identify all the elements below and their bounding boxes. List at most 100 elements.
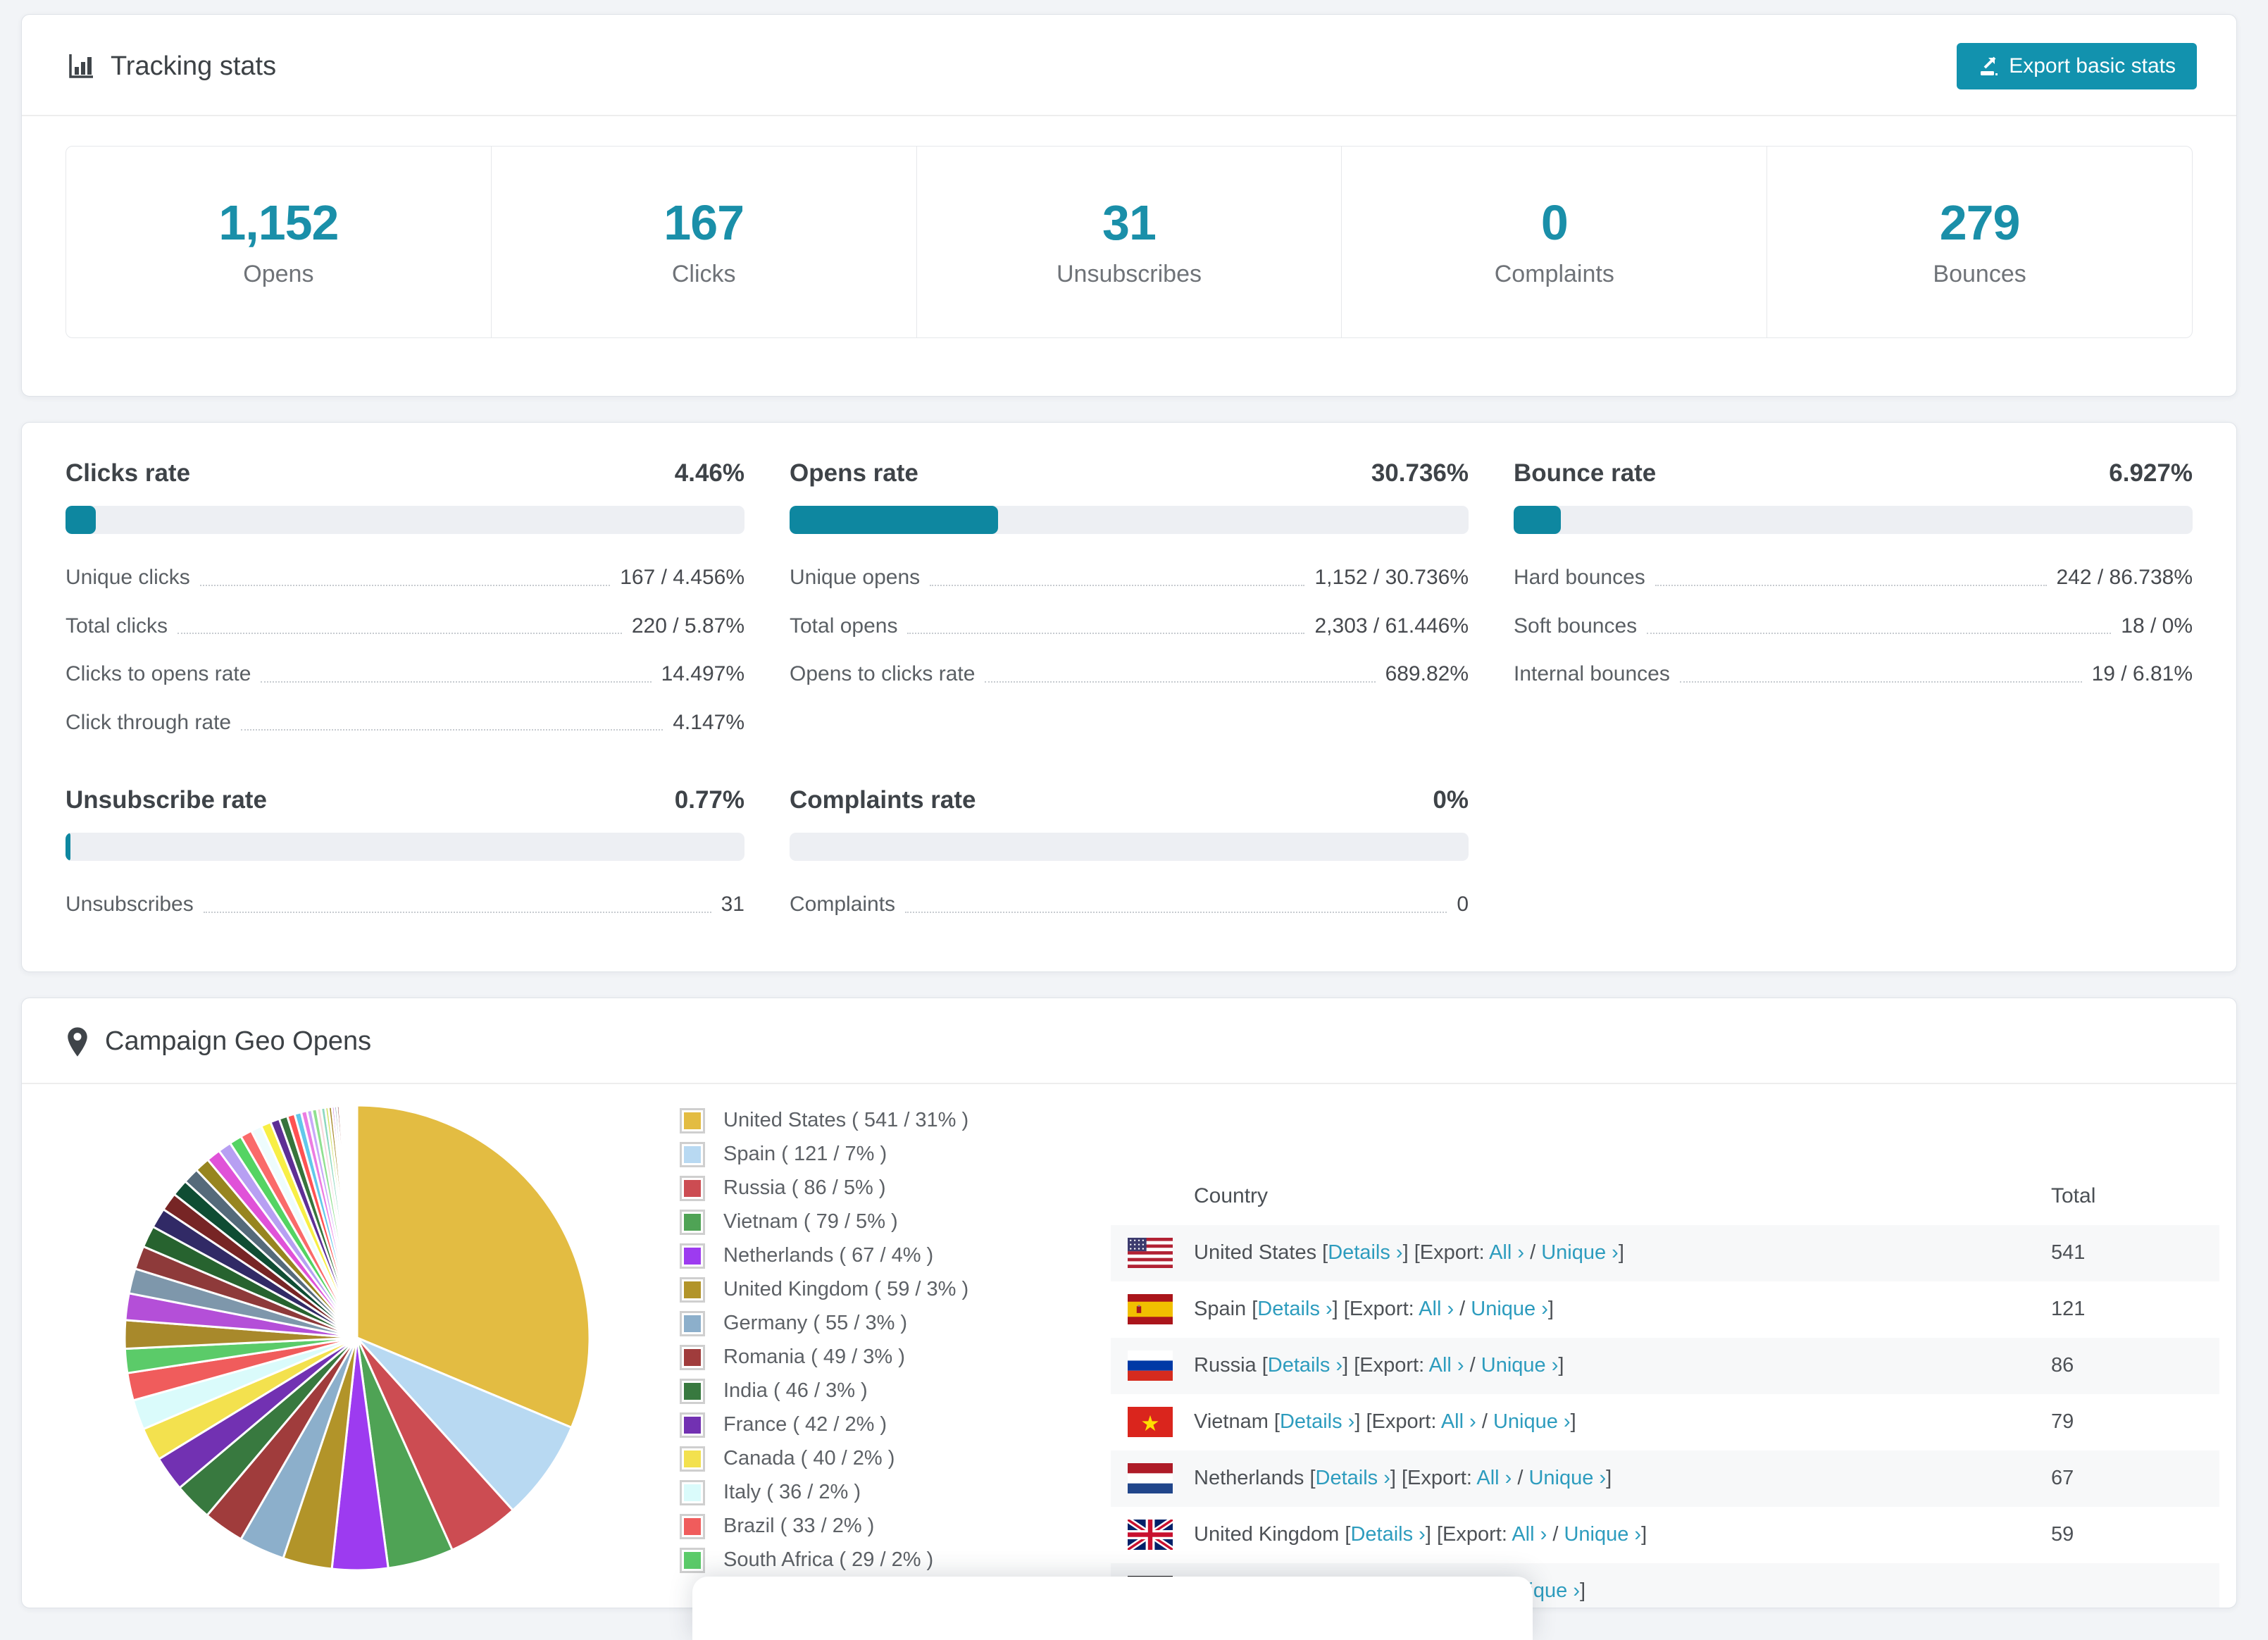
country-name: Spain <box>1194 1298 1252 1320</box>
bracket: / <box>1512 1467 1529 1489</box>
geo-table-header: Country Total <box>1111 1167 2219 1225</box>
legend-label: Russia ( 86 / 5% ) <box>723 1176 886 1199</box>
bracket: ] <box>1558 1354 1564 1377</box>
export-unique-link[interactable]: Unique › <box>1541 1241 1619 1264</box>
export-all-link[interactable]: All › <box>1512 1523 1547 1546</box>
stat-cell-opens: 1,152 Opens <box>66 147 491 337</box>
export-all-link[interactable]: All › <box>1489 1241 1524 1264</box>
rate-detail-row: Complaints 0 <box>790 890 1469 919</box>
rate-detail-label: Clicks to opens rate <box>66 662 251 685</box>
bracket: / <box>1464 1354 1481 1377</box>
export-basic-stats-button[interactable]: Export basic stats <box>1957 43 2197 89</box>
geo-opens-card: Campaign Geo Opens United States ( 541 /… <box>21 997 2237 1608</box>
legend-swatch <box>680 1513 705 1539</box>
legend-label: Spain ( 121 / 7% ) <box>723 1143 887 1165</box>
bracket: ] [Export: <box>1425 1523 1512 1546</box>
rate-detail-row: Click through rate 4.147% <box>66 709 744 738</box>
progress-bar <box>790 833 1469 861</box>
legend-item-france[interactable]: France ( 42 / 2% ) <box>680 1412 1111 1438</box>
details-link[interactable]: Details › <box>1328 1241 1402 1264</box>
rate-title: Bounce rate <box>1514 459 1657 487</box>
stat-value: 1,152 <box>218 195 339 250</box>
bracket: / <box>1476 1410 1493 1433</box>
country-name: Vietnam <box>1194 1410 1274 1433</box>
progress-bar-fill <box>1514 506 1561 534</box>
details-link[interactable]: Details › <box>1316 1467 1390 1489</box>
export-button-label: Export basic stats <box>2009 54 2176 77</box>
flag-us-icon <box>1128 1238 1173 1268</box>
country-cell: United States [Details ›] [Export: All ›… <box>1194 1241 2051 1265</box>
rate-detail-label: Unsubscribes <box>66 893 194 916</box>
progress-bar <box>66 506 744 534</box>
rate-value: 30.736% <box>1371 459 1469 487</box>
export-all-link[interactable]: All › <box>1476 1467 1512 1489</box>
details-link[interactable]: Details › <box>1350 1523 1425 1546</box>
export-unique-link[interactable]: Unique › <box>1471 1298 1548 1320</box>
legend-swatch <box>680 1378 705 1404</box>
stat-value: 279 <box>1939 195 2021 250</box>
rate-title: Clicks rate <box>66 459 191 487</box>
stat-value: 31 <box>1102 195 1157 250</box>
export-all-link[interactable]: All › <box>1441 1410 1476 1433</box>
export-all-link[interactable]: All › <box>1429 1354 1464 1377</box>
legend-item-netherlands[interactable]: Netherlands ( 67 / 4% ) <box>680 1243 1111 1269</box>
total-column-header: Total <box>2051 1184 2096 1207</box>
dotted-leader <box>177 633 622 634</box>
legend-item-united-kingdom[interactable]: United Kingdom ( 59 / 3% ) <box>680 1276 1111 1303</box>
legend-swatch <box>680 1107 705 1133</box>
legend-item-canada[interactable]: Canada ( 40 / 2% ) <box>680 1446 1111 1472</box>
legend-item-italy[interactable]: Italy ( 36 / 2% ) <box>680 1479 1111 1505</box>
dotted-leader <box>1679 681 2082 683</box>
flag-vn-icon <box>1128 1407 1173 1437</box>
bracket: ] [Export: <box>1402 1241 1490 1264</box>
export-all-link[interactable]: All › <box>1419 1298 1454 1320</box>
details-link[interactable]: Details › <box>1257 1298 1332 1320</box>
stat-cell-clicks: 167 Clicks <box>490 147 916 337</box>
legend-item-south-africa[interactable]: South Africa ( 29 / 2% ) <box>680 1547 1111 1573</box>
stat-cell-unsubscribes: 31 Unsubscribes <box>916 147 1342 337</box>
geo-table-row-ru: Russia [Details ›] [Export: All › / Uniq… <box>1111 1337 2219 1394</box>
export-unique-link[interactable]: Unique › <box>1481 1354 1559 1377</box>
rate-title: Opens rate <box>790 459 918 487</box>
dotted-leader <box>985 681 1376 683</box>
rate-detail-row: Unique opens 1,152 / 30.736% <box>790 564 1469 592</box>
legend-swatch <box>680 1276 705 1303</box>
bracket: / <box>1454 1298 1471 1320</box>
export-unique-link[interactable]: Unique › <box>1564 1523 1641 1546</box>
legend-swatch <box>680 1446 705 1472</box>
bracket: [ <box>1309 1467 1316 1489</box>
legend-item-brazil[interactable]: Brazil ( 33 / 2% ) <box>680 1513 1111 1539</box>
geo-opens-title: Campaign Geo Opens <box>66 1026 371 1057</box>
dotted-leader <box>241 729 663 731</box>
country-cell: Vietnam [Details ›] [Export: All › / Uni… <box>1194 1410 2051 1434</box>
legend-item-vietnam[interactable]: Vietnam ( 79 / 5% ) <box>680 1209 1111 1235</box>
export-unique-link[interactable]: Unique › <box>1528 1467 1606 1489</box>
details-link[interactable]: Details › <box>1280 1410 1354 1433</box>
legend-item-russia[interactable]: Russia ( 86 / 5% ) <box>680 1175 1111 1201</box>
rate-detail-row: Opens to clicks rate 689.82% <box>790 660 1469 689</box>
rate-detail-label: Hard bounces <box>1514 566 1645 589</box>
legend-item-spain[interactable]: Spain ( 121 / 7% ) <box>680 1141 1111 1167</box>
rate-detail-value: 0 <box>1457 893 1469 916</box>
rate-detail-label: Unique opens <box>790 566 921 589</box>
rate-head: Opens rate 30.736% <box>790 459 1469 487</box>
legend-item-romania[interactable]: Romania ( 49 / 3% ) <box>680 1344 1111 1370</box>
legend-label: Germany ( 55 / 3% ) <box>723 1312 908 1334</box>
legend-item-india[interactable]: India ( 46 / 3% ) <box>680 1378 1111 1404</box>
legend-swatch <box>680 1243 705 1269</box>
pie-legend: United States ( 541 / 31% ) Spain ( 121 /… <box>680 1107 1111 1582</box>
rate-head: Complaints rate 0% <box>790 786 1469 814</box>
geo-table-body: United States [Details ›] [Export: All ›… <box>1111 1224 2219 1608</box>
details-link[interactable]: Details › <box>1268 1354 1342 1377</box>
bracket: / <box>1547 1523 1564 1546</box>
rate-section-opens-rate: Opens rate 30.736% Unique opens 1,152 / 30.… <box>790 459 1469 737</box>
legend-item-germany[interactable]: Germany ( 55 / 3% ) <box>680 1310 1111 1336</box>
legend-item-united-states[interactable]: United States ( 541 / 31% ) <box>680 1107 1111 1133</box>
pie-slice-other-59[interactable] <box>355 1103 359 1338</box>
rate-detail-value: 19 / 6.81% <box>2091 662 2193 685</box>
rate-rows: Complaints 0 <box>790 890 1469 919</box>
stat-cell-complaints: 0 Complaints <box>1341 147 1767 337</box>
export-unique-link[interactable]: Unique › <box>1493 1410 1571 1433</box>
tracking-stats-card: Tracking stats Export basic stats 1,152 O… <box>21 14 2237 397</box>
country-name: Netherlands <box>1194 1467 1310 1489</box>
